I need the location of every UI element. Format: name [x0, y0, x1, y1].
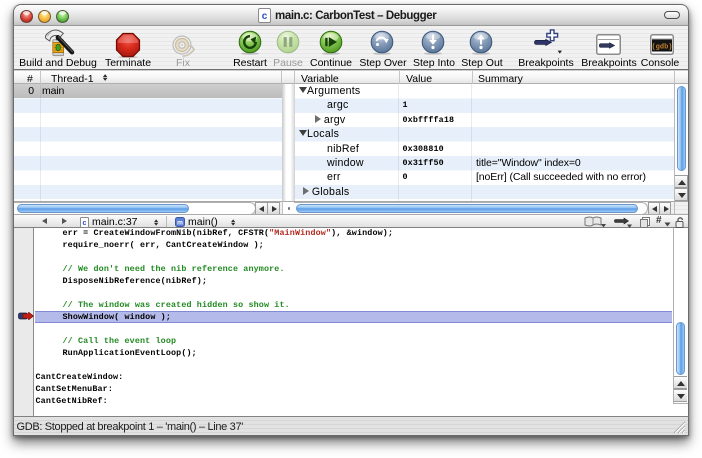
svg-text:(gdb): (gdb) — [651, 44, 672, 52]
svg-text:m: m — [177, 220, 183, 227]
svg-text:c: c — [262, 11, 268, 22]
svg-text:c: c — [83, 220, 87, 227]
